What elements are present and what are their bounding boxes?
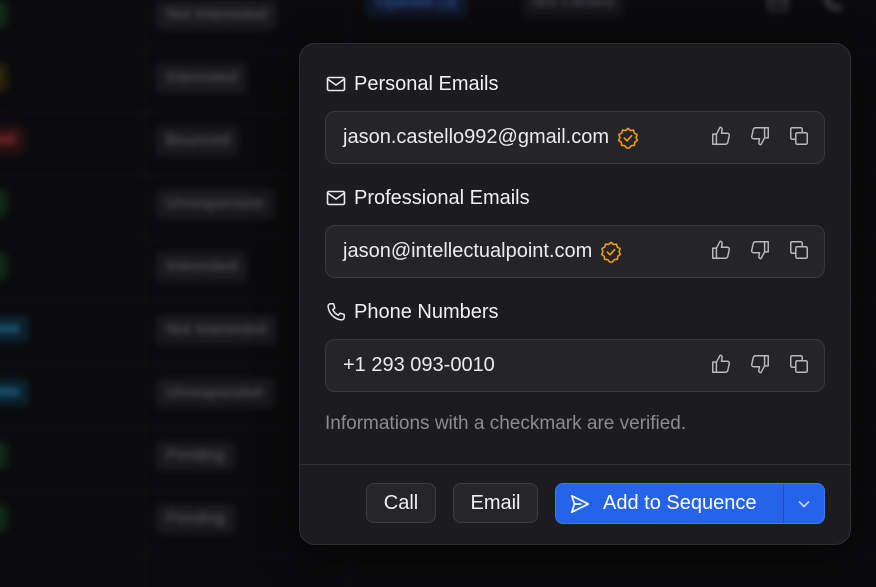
copy-icon[interactable] [788, 353, 810, 375]
clicked-badge: Not Clicked [522, 0, 624, 17]
chevron-down-icon [798, 500, 810, 507]
professional-emails-header: Professional Emails [326, 185, 530, 211]
thumbs-down-icon[interactable] [749, 239, 771, 261]
lead-tag: Interested [156, 63, 248, 93]
status-badge: ed [0, 504, 8, 532]
footer-divider [300, 464, 850, 465]
lead-tag: Unresponsive [156, 378, 274, 408]
call-button[interactable]: Call [366, 483, 436, 523]
professional-email-value[interactable]: jason@intellectualpoint.com [343, 226, 592, 277]
add-to-sequence-button[interactable]: Add to Sequence [556, 484, 783, 523]
lead-tag: Pending [156, 441, 235, 471]
copy-icon[interactable] [788, 239, 810, 261]
status-badge: ed [0, 0, 8, 28]
section-title: Professional Emails [354, 186, 530, 209]
send-icon [570, 494, 590, 513]
professional-email-field[interactable]: jason@intellectualpoint.com [325, 225, 825, 278]
add-to-sequence-split-button: Add to Sequence [555, 483, 825, 524]
mail-icon[interactable] [768, 0, 788, 12]
personal-emails-header: Personal Emails [326, 71, 499, 97]
thumbs-up-icon[interactable] [710, 353, 732, 375]
phone-numbers-header: Phone Numbers [326, 299, 499, 325]
phone-icon[interactable] [822, 0, 842, 12]
verified-badge-icon [617, 127, 639, 149]
phone-icon [327, 303, 345, 321]
status-badge: ed [0, 252, 8, 280]
email-button[interactable]: Email [453, 483, 538, 523]
thumbs-down-icon[interactable] [749, 125, 771, 147]
add-to-sequence-dropdown[interactable] [783, 484, 824, 523]
status-badge: gress [0, 378, 30, 406]
personal-email-value[interactable]: jason.castello992@gmail.com [343, 112, 609, 163]
lead-tag: Not Interested [156, 315, 277, 345]
mail-icon [326, 76, 346, 92]
status-badge: ed [0, 189, 8, 217]
status-badge: ed [0, 441, 8, 469]
personal-email-field[interactable]: jason.castello992@gmail.com [325, 111, 825, 164]
verification-hint: Informations with a checkmark are verifi… [325, 413, 687, 434]
contact-info-popover: Personal Emails jason.castello992@gmail.… [299, 43, 851, 545]
verified-badge-icon [601, 241, 622, 263]
status-badge: nced [0, 126, 25, 154]
add-to-sequence-label: Add to Sequence [603, 492, 757, 514]
status-badge: ed [0, 63, 8, 91]
thumbs-down-icon[interactable] [749, 353, 771, 375]
thumbs-up-icon[interactable] [710, 239, 732, 261]
mail-icon [326, 190, 346, 206]
lead-tag: Unresponsive [156, 189, 274, 219]
section-title: Personal Emails [354, 72, 499, 95]
phone-number-value[interactable]: +1 293 093-0010 [343, 340, 495, 391]
lead-tag: Interested [156, 252, 248, 282]
phone-number-field[interactable]: +1 293 093-0010 [325, 339, 825, 392]
lead-tag: Bounced [156, 126, 240, 156]
lead-tag: Pending [156, 504, 235, 534]
thumbs-up-icon[interactable] [710, 125, 732, 147]
lead-tag: Not Interested [156, 0, 277, 30]
status-badge: gress [0, 315, 30, 343]
opened-badge: Opened (3) [366, 0, 467, 17]
copy-icon[interactable] [788, 125, 810, 147]
section-title: Phone Numbers [354, 300, 499, 323]
